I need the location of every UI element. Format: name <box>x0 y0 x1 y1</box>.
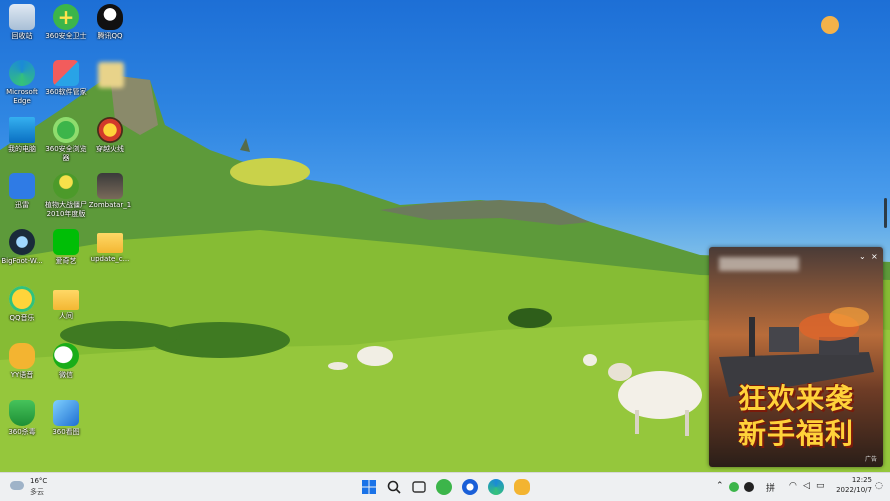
volume-icon[interactable]: ◁ <box>803 481 810 491</box>
desktop-icon-360-image-viewer[interactable]: 360看图 <box>40 400 92 437</box>
task-view-button[interactable] <box>411 479 427 495</box>
folder-icon <box>53 290 79 310</box>
ad-slogan-line2: 新手福利 <box>737 417 854 450</box>
taskbar-360-browser[interactable] <box>436 479 452 495</box>
weather-widget[interactable]: 16°C 多云 <box>10 477 70 497</box>
360-safe-icon: + <box>53 4 79 30</box>
taskbar-yy[interactable] <box>514 479 530 495</box>
desktop-icon-label: 微信 <box>59 371 73 379</box>
crossfire-icon <box>97 117 123 143</box>
clock[interactable]: 12:25 2022/10/7 <box>832 476 872 494</box>
desktop-icon-update-folder[interactable]: update_c... <box>84 229 136 264</box>
notification-icon[interactable]: ◌ <box>875 481 883 491</box>
desktop-icon-label: 360看图 <box>52 428 80 436</box>
recycle-bin-icon <box>9 4 35 30</box>
clock-date: 2022/10/7 <box>836 486 872 494</box>
zombatar-icon <box>97 173 123 199</box>
360-image-viewer-icon <box>53 400 79 426</box>
clock-time: 12:25 <box>851 476 872 484</box>
desktop-icon-label: 人间 <box>59 312 73 320</box>
qq-music-icon <box>9 286 35 312</box>
windows-logo-icon <box>362 480 376 494</box>
desktop-icon-renjian-folder[interactable]: 人间 <box>40 286 92 321</box>
xunlei-bird-icon <box>9 173 35 199</box>
taskbar-app-blue[interactable] <box>462 479 478 495</box>
search-icon <box>387 480 401 494</box>
desktop-icon-zombatar[interactable]: Zombatar_1 <box>84 173 136 210</box>
wifi-icon[interactable]: ◠ <box>789 481 797 491</box>
taskbar-edge[interactable] <box>488 479 504 495</box>
search-button[interactable] <box>386 479 402 495</box>
blurred-icon[interactable] <box>98 62 124 88</box>
360-software-icon <box>53 60 79 86</box>
tray-app-green[interactable] <box>729 482 739 492</box>
wechat-icon <box>53 343 79 369</box>
scroll-indicator[interactable] <box>884 198 887 228</box>
qq-penguin-icon <box>97 4 123 30</box>
desktop-icon-label: update_c... <box>90 255 130 263</box>
desktop-icon-qq[interactable]: 腾讯QQ <box>84 4 136 41</box>
360-browser-icon <box>53 117 79 143</box>
cat-pet-icon[interactable] <box>821 16 839 34</box>
task-view-icon <box>412 481 426 493</box>
plants-vs-zombies-icon <box>53 173 79 199</box>
iqiyi-icon <box>53 229 79 255</box>
weather-temp: 16°C <box>30 477 48 485</box>
360-antivirus-icon <box>9 400 35 426</box>
weather-desc: 多云 <box>30 488 44 496</box>
tray-app-black[interactable] <box>744 482 754 492</box>
desktop-icon-label: 360软件管家 <box>45 88 87 96</box>
desktop-icon-label: Zombatar_1 <box>88 201 132 209</box>
desktop-icon-crossfire[interactable]: 穿越火线 <box>84 117 136 154</box>
taskbar: 16°C 多云 ⌃ 拼 ◠ ◁ ▭ 12:25 2022/10/7 ◌ <box>0 472 890 501</box>
desktop-icon-360-software[interactable]: 360软件管家 <box>40 60 92 97</box>
yy-voice-icon <box>9 343 35 369</box>
input-method-indicator[interactable]: 拼 <box>766 481 775 494</box>
desktop-icon-label: 穿越火线 <box>96 145 124 153</box>
tray-overflow-chevron[interactable]: ⌃ <box>716 481 724 491</box>
ad-slogan-line1: 狂欢来袭 <box>737 382 854 415</box>
ad-tag: 广告 <box>864 456 877 463</box>
bigfoot-icon <box>9 229 35 255</box>
cloud-icon <box>10 481 24 490</box>
desktop-icon-label: 腾讯QQ <box>97 32 123 40</box>
folder-icon <box>97 233 123 253</box>
battery-icon[interactable]: ▭ <box>816 481 825 491</box>
desktop-icon-wechat[interactable]: 微信 <box>40 343 92 380</box>
desktop-wallpaper: 回收站 + 360安全卫士 腾讯QQ Microsoft Edge 360软件管… <box>0 0 890 472</box>
computer-icon <box>9 117 35 143</box>
game-ad-popup[interactable]: ⌄ × 狂欢来袭 新手福利 广告 <box>709 247 883 467</box>
edge-icon <box>9 60 35 86</box>
start-button[interactable] <box>361 479 377 495</box>
